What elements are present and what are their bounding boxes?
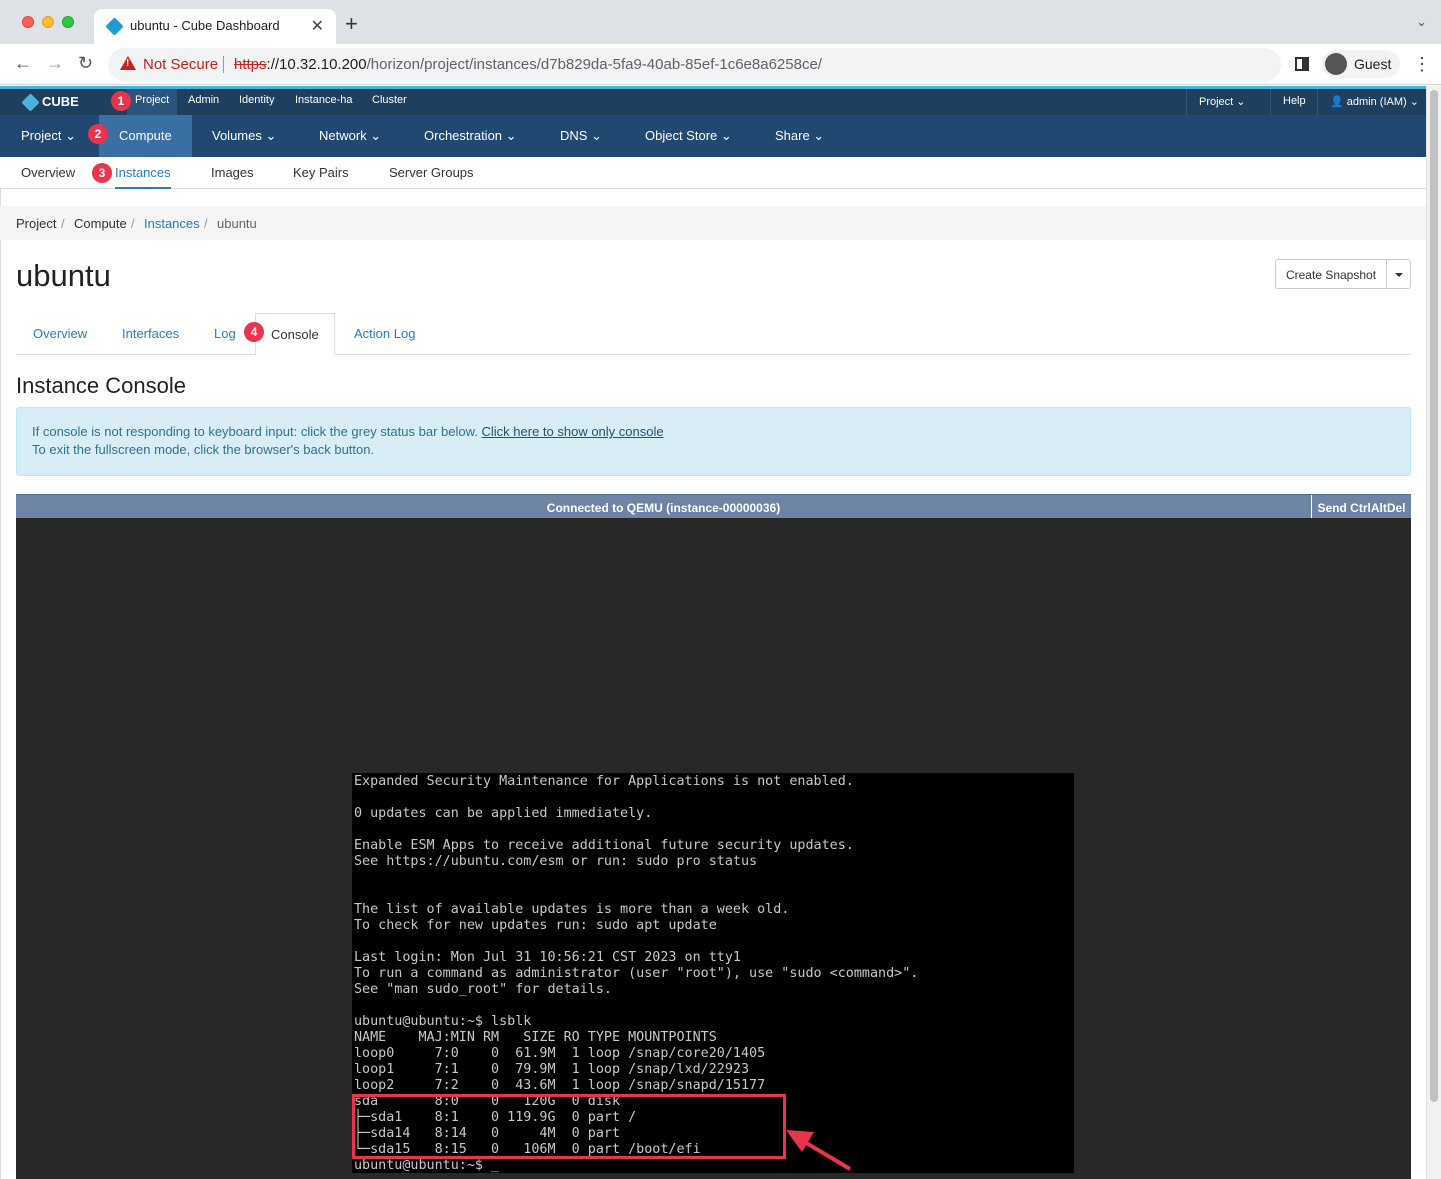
side-panel-icon[interactable] [1295, 57, 1309, 71]
tertnav-instances[interactable]: Instances [115, 165, 171, 189]
tab-overview[interactable]: Overview [33, 326, 87, 341]
url-text[interactable]: https://10.32.10.200/horizon/project/ins… [234, 56, 822, 73]
vnc-status-text: Connected to QEMU (instance-00000036) [546, 501, 781, 515]
create-snapshot-button[interactable]: Create Snapshot [1275, 259, 1387, 289]
breadcrumb: Project / Compute / Instances / ubuntu [0, 206, 1426, 240]
secnav-project[interactable]: Project ⌄ [21, 128, 76, 144]
tab-action-log[interactable]: Action Log [354, 326, 415, 341]
tab-interfaces[interactable]: Interfaces [122, 326, 179, 341]
secnav-share[interactable]: Share ⌄ [775, 128, 824, 144]
minimize-window-button[interactable] [42, 16, 54, 28]
breadcrumb-project: Project [16, 216, 57, 231]
topnav-admin[interactable]: Admin [188, 94, 219, 106]
tab-search-icon[interactable]: ⌄ [1416, 14, 1427, 30]
top-navbar: CUBE Project Admin Identity Instance-ha … [0, 86, 1426, 115]
tab-console[interactable]: Console [255, 313, 335, 355]
annotation-arrow-icon [786, 1130, 852, 1171]
topnav-instance-ha[interactable]: Instance-ha [295, 94, 352, 106]
project-selector[interactable]: Project ⌄ [1186, 89, 1270, 115]
reload-button[interactable]: ↻ [78, 53, 93, 74]
profile-button[interactable]: Guest [1322, 50, 1400, 78]
step-badge-4: 4 [244, 322, 264, 342]
secnav-volumes[interactable]: Volumes ⌄ [212, 128, 276, 144]
step-badge-1: 1 [111, 91, 131, 111]
browser-tab-strip: ubuntu - Cube Dashboard ✕ + ⌄ [0, 0, 1441, 44]
tab-close-icon[interactable]: ✕ [311, 16, 324, 36]
breadcrumb-current: ubuntu [217, 216, 257, 231]
browser-toolbar: ← → ↻ Not Secure https://10.32.10.200/ho… [0, 44, 1441, 85]
topnav-cluster[interactable]: Cluster [372, 94, 407, 106]
tertnav-overview[interactable]: Overview [21, 165, 75, 180]
profile-name: Guest [1354, 56, 1392, 72]
address-bar[interactable]: Not Secure https://10.32.10.200/horizon/… [108, 48, 1281, 81]
security-indicator[interactable]: Not Secure [143, 56, 218, 73]
cube-favicon-icon [105, 17, 124, 36]
maximize-window-button[interactable] [62, 16, 74, 28]
actions-dropdown-toggle[interactable] [1386, 259, 1411, 289]
tab-log[interactable]: Log [214, 326, 236, 341]
topnav-identity[interactable]: Identity [239, 94, 274, 106]
warning-icon [120, 56, 136, 70]
page-scrollbar[interactable] [1426, 86, 1441, 1179]
secnav-orchestration[interactable]: Orchestration ⌄ [424, 128, 517, 144]
help-link[interactable]: Help [1270, 89, 1317, 115]
scrollbar-thumb[interactable] [1430, 90, 1438, 1102]
show-only-console-link[interactable]: Click here to show only console [482, 424, 664, 439]
new-tab-button[interactable]: + [345, 11, 358, 37]
breadcrumb-instances[interactable]: Instances [144, 216, 200, 231]
topnav-project[interactable]: Project [127, 89, 178, 115]
close-window-button[interactable] [22, 16, 34, 28]
highlight-rectangle [352, 1094, 786, 1159]
back-button[interactable]: ← [14, 53, 32, 74]
page-title: ubuntu [16, 258, 111, 293]
secnav-dns[interactable]: DNS ⌄ [560, 128, 602, 144]
forward-button[interactable]: → [46, 53, 64, 74]
secnav-object-store[interactable]: Object Store ⌄ [645, 128, 732, 144]
console-title: Instance Console [16, 373, 186, 398]
tertiary-navbar: Overview Instances Images Key Pairs Serv… [0, 157, 1426, 189]
tertnav-server-groups[interactable]: Server Groups [389, 165, 474, 180]
browser-menu-icon[interactable]: ⋮ [1413, 54, 1431, 75]
user-icon: 👤 [1330, 96, 1347, 108]
send-ctrl-alt-del-button[interactable]: Send CtrlAltDel [1311, 495, 1411, 518]
tertnav-key-pairs[interactable]: Key Pairs [293, 165, 349, 180]
user-menu[interactable]: 👤 admin (IAM) ⌄ [1317, 89, 1426, 115]
avatar-icon [1325, 53, 1347, 75]
cube-logo-icon [21, 93, 40, 112]
breadcrumb-compute: Compute [74, 216, 127, 231]
browser-tab[interactable]: ubuntu - Cube Dashboard ✕ [94, 9, 336, 44]
step-badge-3: 3 [92, 163, 112, 183]
tab-title: ubuntu - Cube Dashboard [130, 18, 280, 33]
secondary-navbar: Project ⌄ Compute Volumes ⌄ Network ⌄ Or… [0, 115, 1426, 157]
secnav-compute[interactable]: Compute [99, 115, 192, 157]
vnc-status-bar[interactable]: Connected to QEMU (instance-00000036) Se… [16, 494, 1411, 518]
console-info-alert: If console is not responding to keyboard… [16, 407, 1411, 476]
tertnav-images[interactable]: Images [211, 165, 254, 180]
step-badge-2: 2 [88, 124, 108, 144]
secnav-network[interactable]: Network ⌄ [319, 128, 381, 144]
